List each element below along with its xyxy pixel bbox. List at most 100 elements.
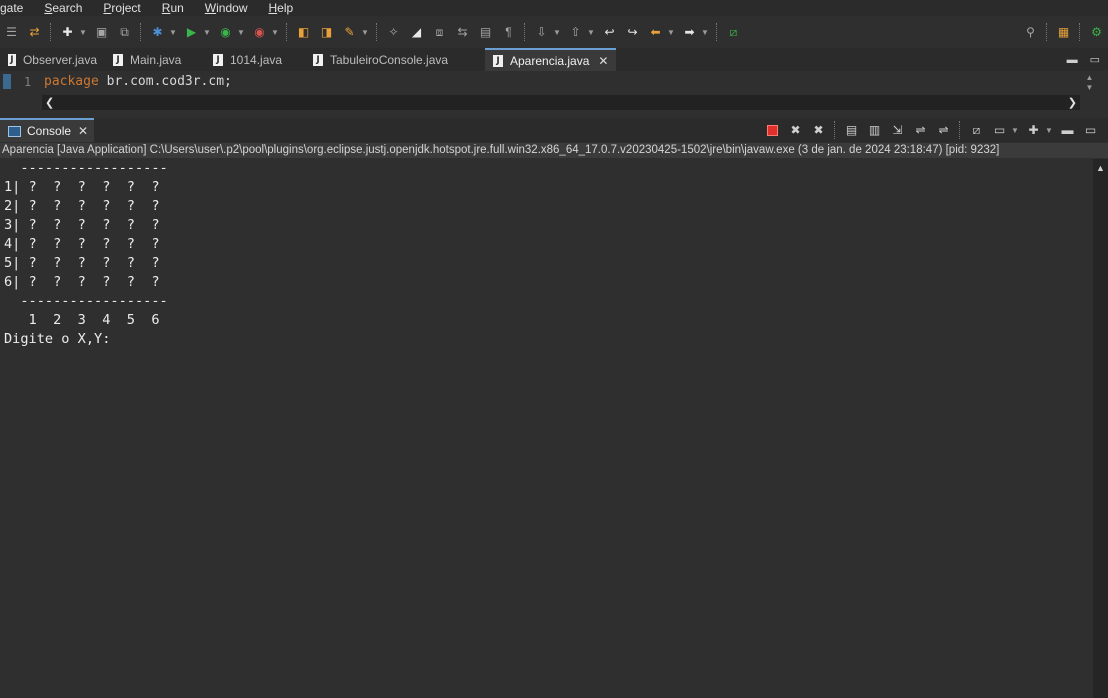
console-line: ------------------: [4, 160, 168, 176]
toggle-mark-icon[interactable]: ✧: [384, 23, 403, 42]
open-console-dropdown[interactable]: ▼: [1045, 126, 1053, 135]
editor-tabbar: J Observer.java J Main.java J 1014.java …: [0, 48, 1108, 71]
search-icon[interactable]: ✎: [340, 23, 359, 42]
remove-launch-icon[interactable]: ✖: [786, 121, 805, 139]
next-annotation-dropdown[interactable]: ▼: [553, 28, 561, 37]
display-console-dropdown[interactable]: ▼: [1011, 126, 1019, 135]
scroll-left-icon[interactable]: ❮: [45, 96, 54, 109]
menu-window[interactable]: Window: [205, 1, 248, 15]
close-icon[interactable]: ✕: [78, 124, 88, 138]
debug-icon[interactable]: ✱: [148, 23, 167, 42]
tab-console[interactable]: Console ✕: [0, 118, 95, 142]
tab-main-java[interactable]: J Main.java: [105, 48, 205, 71]
coverage-icon[interactable]: ◉: [216, 23, 235, 42]
forward-dropdown[interactable]: ▼: [701, 28, 709, 37]
remove-all-terminated-icon[interactable]: ✖: [809, 121, 828, 139]
new-dropdown[interactable]: ▼: [79, 28, 87, 37]
open-console-icon[interactable]: ✚: [1024, 121, 1043, 139]
maximize-icon[interactable]: ▭: [1081, 121, 1100, 139]
menu-project[interactable]: Project: [103, 1, 140, 15]
scroll-up-icon[interactable]: ▲: [1096, 163, 1105, 173]
tab-1014-java[interactable]: J 1014.java: [205, 48, 305, 71]
close-icon[interactable]: ✕: [598, 54, 608, 68]
menu-run[interactable]: Run: [162, 1, 184, 15]
save-icon[interactable]: ▣: [92, 23, 111, 42]
quick-search-icon[interactable]: ⚲: [1021, 23, 1040, 42]
java-file-icon: J: [493, 54, 503, 67]
editor-vertical-scrollbar[interactable]: ▲ ▼: [1083, 73, 1096, 95]
main-toolbar: ☰ ⇄ ✚ ▼ ▣ ⧉ ✱ ▼ ▶ ▼ ◉ ▼ ◉ ▼ ◧ ◨ ✎ ▼ ✧ ◢ ⧈ ⇆ ▤ …: [0, 17, 1108, 47]
save-all-icon[interactable]: ⧉: [115, 23, 134, 42]
next-edit-icon[interactable]: ↪: [623, 23, 642, 42]
display-console-icon[interactable]: ▭: [990, 121, 1009, 139]
back-icon[interactable]: ⬅: [646, 23, 665, 42]
run-dropdown[interactable]: ▼: [203, 28, 211, 37]
pen-icon[interactable]: ◢: [407, 23, 426, 42]
terminate-icon[interactable]: [763, 121, 782, 139]
console-vertical-scrollbar[interactable]: ▲: [1093, 159, 1108, 698]
tab-label: Observer.java: [22, 52, 97, 67]
java-file-icon: J: [313, 53, 323, 66]
console-tab-label: Console: [27, 124, 72, 138]
toolbar-separator: [286, 23, 288, 41]
show-whitespace-icon[interactable]: ▤: [476, 23, 495, 42]
external-tools-dropdown[interactable]: ▼: [271, 28, 279, 37]
debug-dropdown[interactable]: ▼: [169, 28, 177, 37]
tab-observer-java[interactable]: J Observer.java: [0, 48, 105, 71]
forward-icon[interactable]: ➡: [680, 23, 699, 42]
tab-tabuleiroconsole-java[interactable]: J TabuleiroConsole.java: [305, 48, 485, 71]
console-line: 1 2 3 4 5 6: [4, 312, 160, 328]
new-icon[interactable]: ✚: [58, 23, 77, 42]
toolbar-separator: [524, 23, 526, 41]
console-input-prompt[interactable]: Digite o X,Y:: [0, 330, 1093, 349]
minimize-icon[interactable]: ▬: [1058, 121, 1077, 139]
code-line[interactable]: package br.com.cod3r.cm;: [44, 74, 232, 89]
perspective-icon[interactable]: ▦: [1054, 23, 1073, 42]
run-icon[interactable]: ▶: [182, 23, 201, 42]
paragraph-icon[interactable]: ¶: [499, 23, 518, 42]
menu-search[interactable]: Search: [44, 1, 82, 15]
back-dropdown[interactable]: ▼: [667, 28, 675, 37]
toolbar-separator: [1046, 23, 1048, 41]
coverage-dropdown[interactable]: ▼: [237, 28, 245, 37]
menu-navigate[interactable]: gate: [0, 1, 23, 15]
block-selection-icon[interactable]: ⧈: [430, 23, 449, 42]
java-file-icon: J: [113, 53, 123, 66]
word-wrap-icon[interactable]: ⇲: [888, 121, 907, 139]
scroll-lock-icon[interactable]: ▥: [865, 121, 884, 139]
editor-view-controls: ▬ ▭: [1067, 48, 1100, 71]
toolbar-separator: [140, 23, 142, 41]
next-annotation-icon[interactable]: ⇩: [532, 23, 551, 42]
prev-annotation-dropdown[interactable]: ▼: [587, 28, 595, 37]
console-line: ------------------: [4, 293, 168, 309]
pin-console-icon[interactable]: ⧄: [967, 121, 986, 139]
console-view-header: Console ✕ ✖ ✖ ▤ ▥ ⇲ ⇌ ⇌ ⧄ ▭ ▼ ✚ ▼ ▬ ▭: [0, 118, 1108, 142]
filter-icon[interactable]: ☰: [2, 23, 21, 42]
java-file-icon: J: [213, 53, 223, 66]
editor-horizontal-scrollbar[interactable]: ❮ ❯: [42, 95, 1080, 110]
search-dropdown[interactable]: ▼: [361, 28, 369, 37]
pin-editor-icon[interactable]: ⧄: [724, 23, 743, 42]
minimize-icon[interactable]: ▬: [1067, 54, 1078, 66]
show-on-stdout-icon[interactable]: ⇌: [911, 121, 930, 139]
prev-annotation-icon[interactable]: ⇧: [566, 23, 585, 42]
toolbar-separator: [50, 23, 52, 41]
word-wrap-icon[interactable]: ⇆: [453, 23, 472, 42]
external-tools-icon[interactable]: ◉: [250, 23, 269, 42]
open-task-icon[interactable]: ◨: [317, 23, 336, 42]
toolbar-separator: [834, 121, 836, 139]
open-perspective-icon[interactable]: ⇄: [25, 23, 44, 42]
maximize-icon[interactable]: ▭: [1090, 53, 1100, 66]
tab-label: TabuleiroConsole.java: [330, 52, 449, 67]
last-edit-icon[interactable]: ↩: [600, 23, 619, 42]
tab-aparencia-java[interactable]: J Aparencia.java ✕: [485, 48, 617, 71]
show-on-stderr-icon[interactable]: ⇌: [934, 121, 953, 139]
open-type-icon[interactable]: ◧: [294, 23, 313, 42]
menu-help[interactable]: Help: [268, 1, 293, 15]
console-line: 2| ? ? ? ? ? ?: [4, 198, 160, 214]
clear-console-icon[interactable]: ▤: [842, 121, 861, 139]
scroll-right-icon[interactable]: ❯: [1068, 96, 1077, 109]
console-line: 4| ? ? ? ? ? ?: [4, 236, 160, 252]
java-perspective-icon[interactable]: ⚙: [1087, 23, 1106, 42]
console-output[interactable]: ------------------ 1| ? ? ? ? ? ? 2| ? ?…: [0, 159, 1093, 698]
